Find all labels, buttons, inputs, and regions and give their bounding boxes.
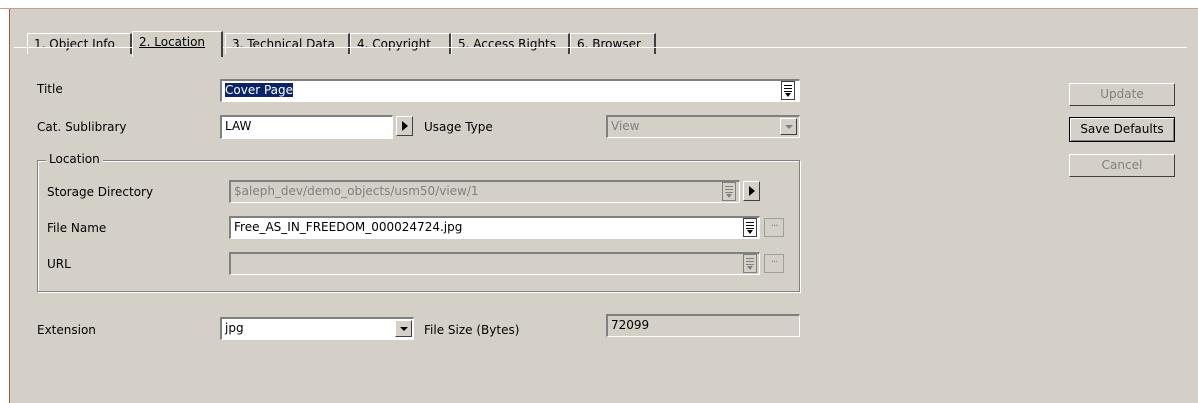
tab-label: 4. Copyright: [357, 37, 431, 51]
update-button-label: Update: [1100, 87, 1144, 101]
tab-label: 2. Location: [139, 35, 206, 49]
tab-label: 1. Object Info: [34, 37, 115, 51]
file-name-label: File Name: [47, 221, 107, 235]
title-field[interactable]: Cover Page: [220, 79, 800, 102]
title-value: Cover Page: [225, 83, 294, 97]
cat-sublibrary-label: Cat. Sublibrary: [37, 120, 127, 134]
storage-directory-label: Storage Directory: [47, 185, 154, 199]
save-defaults-button-label: Save Defaults: [1080, 122, 1164, 136]
list-icon[interactable]: [743, 218, 757, 237]
tab-browser[interactable]: 6. Browser: [570, 33, 656, 54]
file-size-label: File Size (Bytes): [424, 323, 520, 337]
cat-sublibrary-field[interactable]: LAW: [220, 115, 393, 139]
file-name-field[interactable]: Free_AS_IN_FREEDOM_000024724.jpg: [229, 216, 760, 239]
save-defaults-button[interactable]: Save Defaults: [1069, 117, 1175, 142]
extension-value: jpg: [225, 321, 244, 335]
location-group-label: Location: [46, 152, 103, 166]
tab-access-rights[interactable]: 5. Access Rights: [451, 33, 570, 54]
tab-label: 5. Access Rights: [458, 37, 557, 51]
list-icon: [743, 254, 757, 273]
storage-directory-field: $aleph_dev/demo_objects/usm50/view/1: [229, 180, 740, 203]
url-label: URL: [47, 257, 71, 271]
list-icon[interactable]: [781, 81, 795, 100]
url-field: [229, 252, 760, 275]
right-arrow-icon[interactable]: [396, 116, 413, 136]
ellipsis-icon: ···: [764, 254, 784, 273]
cancel-button[interactable]: Cancel: [1069, 154, 1175, 177]
extension-label: Extension: [37, 323, 96, 337]
extension-select[interactable]: jpg: [220, 317, 414, 340]
tab-technical-data[interactable]: 3. Technical Data: [225, 33, 350, 54]
chevron-down-icon[interactable]: [780, 118, 797, 135]
tab-label: 3. Technical Data: [232, 37, 335, 51]
cancel-button-label: Cancel: [1101, 158, 1143, 172]
file-size-field: 72099: [606, 314, 800, 337]
ellipsis-icon[interactable]: ···: [764, 218, 784, 237]
tab-label: 6. Browser: [577, 37, 641, 51]
tab-object-info[interactable]: 1. Object Info: [27, 33, 132, 54]
tab-copyright[interactable]: 4. Copyright: [350, 33, 451, 54]
usage-type-label: Usage Type: [424, 120, 493, 134]
usage-type-value: View: [611, 119, 640, 133]
list-icon: [722, 182, 736, 201]
title-label: Title: [37, 82, 63, 96]
update-button[interactable]: Update: [1069, 83, 1175, 106]
chevron-down-icon[interactable]: [395, 320, 412, 337]
tab-location[interactable]: 2. Location: [132, 31, 223, 57]
right-arrow-icon[interactable]: [743, 181, 760, 201]
usage-type-select[interactable]: View: [606, 115, 800, 138]
